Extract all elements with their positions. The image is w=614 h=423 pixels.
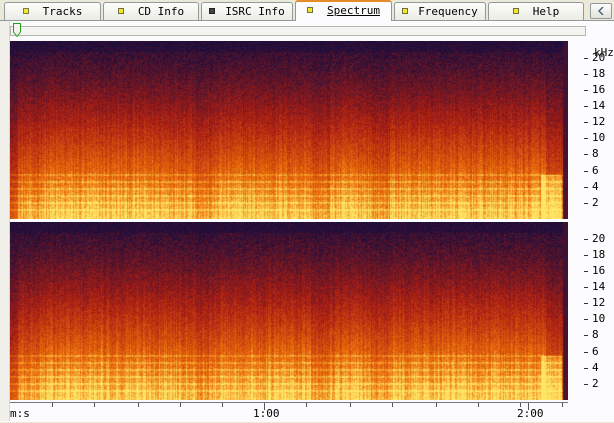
frequency-tick-mark bbox=[584, 286, 588, 288]
time-tick-mark bbox=[138, 403, 139, 407]
frequency-tick-mark bbox=[584, 122, 588, 124]
tab-tracks-label: Tracks bbox=[42, 5, 83, 18]
frequency-tick-label: 20 bbox=[592, 50, 606, 64]
frequency-tick-label: 4 bbox=[592, 360, 599, 374]
time-tick-label: 1:00 bbox=[253, 407, 280, 420]
frequency-tick-label: 16 bbox=[592, 263, 606, 277]
time-tick-mark bbox=[94, 403, 95, 407]
frequency-tick-label: 10 bbox=[592, 131, 606, 145]
frequency-tick-mark bbox=[584, 202, 588, 204]
frequency-tick-mark bbox=[584, 73, 588, 75]
spectrum-panel: kHz 20 18 16 14 12 10 8 6 4 2 20 18 16 14 12 10 8 6 4 2 m:s… bbox=[0, 20, 614, 422]
time-tick-mark bbox=[180, 403, 181, 407]
frequency-tick-mark bbox=[584, 367, 588, 369]
tab-spectrum-label: Spectrum bbox=[327, 4, 380, 17]
time-tick-mark bbox=[478, 403, 479, 407]
app-window: Tracks CD Info ISRC Info Spectrum Freque… bbox=[0, 0, 614, 422]
note-icon bbox=[22, 8, 29, 14]
frequency-tick-mark bbox=[584, 254, 588, 256]
flag-icon bbox=[117, 8, 124, 14]
frequency-tick-label: 14 bbox=[592, 279, 606, 293]
frequency-tick-label: 12 bbox=[592, 296, 606, 310]
frequency-tick-label: 2 bbox=[592, 195, 599, 209]
time-tick-mark bbox=[350, 403, 351, 407]
frequency-tick-mark bbox=[584, 89, 588, 91]
frequency-tick-mark bbox=[584, 351, 588, 353]
frequency-tick-label: 18 bbox=[592, 247, 606, 261]
tab-isrc-info[interactable]: ISRC Info bbox=[201, 2, 293, 20]
frequency-tick-mark bbox=[584, 303, 588, 305]
frequency-tick-mark bbox=[584, 383, 588, 385]
frequency-tick-mark bbox=[584, 319, 588, 321]
frequency-tick-mark bbox=[584, 138, 588, 140]
tab-tracks[interactable]: Tracks bbox=[4, 2, 101, 20]
time-tick-mark bbox=[436, 403, 437, 407]
frequency-tick-label: 14 bbox=[592, 98, 606, 112]
frequency-axis: kHz 20 18 16 14 12 10 8 6 4 2 20 18 16 14 12 10 8 6 4 2 bbox=[568, 41, 614, 403]
tab-cd-info-label: CD Info bbox=[137, 5, 185, 18]
spectrogram-right-canvas bbox=[10, 222, 568, 400]
frequency-tick-label: 12 bbox=[592, 115, 606, 129]
tab-help-label: Help bbox=[532, 5, 560, 18]
spectrogram-channel-left bbox=[10, 41, 568, 219]
frequency-tick-mark bbox=[584, 238, 588, 240]
frequency-tick-label: 6 bbox=[592, 163, 599, 177]
frequency-tick-mark bbox=[584, 270, 588, 272]
tab-frequency-label: Frequency bbox=[418, 5, 478, 18]
time-tick-mark bbox=[562, 403, 563, 407]
spectrogram-channel-right bbox=[10, 222, 568, 400]
frequency-tick-label: 20 bbox=[592, 231, 606, 245]
frequency-tick-label: 2 bbox=[592, 376, 599, 390]
frequency-tick-label: 6 bbox=[592, 344, 599, 358]
tab-bar: Tracks CD Info ISRC Info Spectrum Freque… bbox=[0, 0, 614, 21]
chevron-left-icon bbox=[598, 7, 604, 15]
tab-spectrum[interactable]: Spectrum bbox=[295, 0, 392, 21]
frequency-tick-mark bbox=[584, 335, 588, 337]
time-unit-label: m:s bbox=[10, 407, 30, 420]
position-slider[interactable] bbox=[10, 26, 586, 36]
tab-cd-info[interactable]: CD Info bbox=[103, 2, 199, 20]
tab-frequency[interactable]: Frequency bbox=[394, 2, 486, 20]
flag-icon bbox=[402, 8, 409, 14]
time-axis: m:s 1:00 2:00 bbox=[10, 402, 586, 423]
time-tick-mark bbox=[392, 403, 393, 407]
slider-thumb[interactable] bbox=[13, 23, 21, 37]
frequency-tick-label: 4 bbox=[592, 179, 599, 193]
tab-scroll-left-button[interactable] bbox=[590, 3, 612, 19]
frequency-tick-mark bbox=[584, 170, 588, 172]
frequency-tick-label: 8 bbox=[592, 328, 599, 342]
frequency-tick-label: 10 bbox=[592, 312, 606, 326]
frequency-tick-mark bbox=[584, 154, 588, 156]
frequency-tick-label: 8 bbox=[592, 147, 599, 161]
time-tick-mark bbox=[222, 403, 223, 407]
flag-icon bbox=[307, 7, 313, 13]
frequency-tick-mark bbox=[584, 105, 588, 107]
panel-left-edge bbox=[0, 21, 10, 421]
disk-icon bbox=[209, 8, 216, 14]
time-tick-label: 2:00 bbox=[517, 407, 544, 420]
tab-isrc-info-label: ISRC Info bbox=[225, 5, 285, 18]
frequency-tick-mark bbox=[584, 186, 588, 188]
frequency-tick-label: 18 bbox=[592, 66, 606, 80]
frequency-tick-mark bbox=[584, 57, 588, 59]
frequency-tick-label: 16 bbox=[592, 82, 606, 96]
time-tick-mark bbox=[306, 403, 307, 407]
flag-icon bbox=[512, 8, 519, 14]
spectrogram-left-canvas bbox=[10, 41, 568, 219]
tab-help[interactable]: Help bbox=[488, 2, 584, 20]
time-tick-mark bbox=[52, 403, 53, 407]
